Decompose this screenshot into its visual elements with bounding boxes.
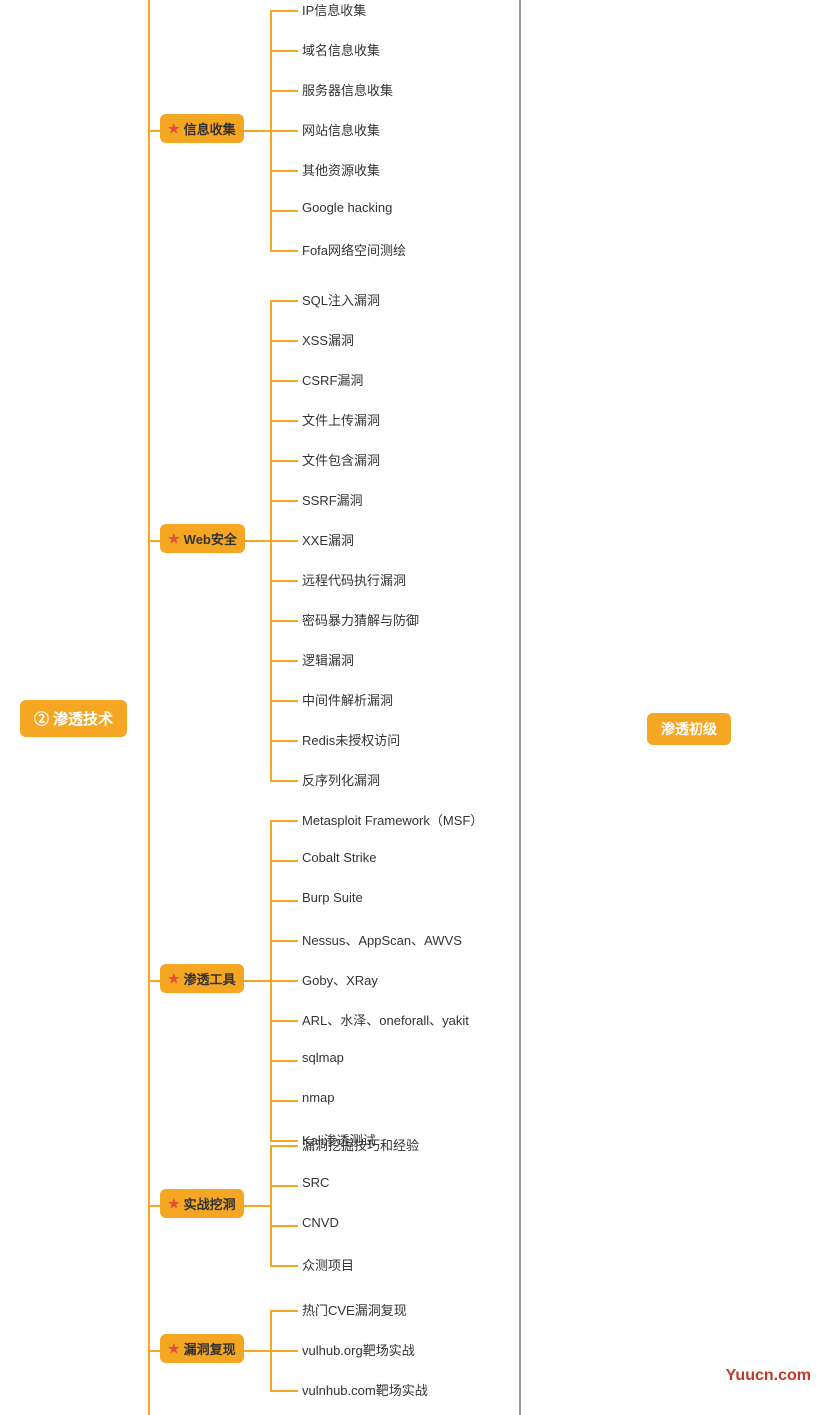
- item-text-web-security-2: CSRF漏洞: [302, 370, 363, 389]
- hline-to-items-vuln-reproduce: [260, 1350, 270, 1352]
- item-hline-vuln-reproduce-2: [270, 1390, 298, 1392]
- item-hline-info-collect-0: [270, 10, 298, 12]
- item-hline-web-security-2: [270, 380, 298, 382]
- item-hline-info-collect-2: [270, 90, 298, 92]
- item-text-practice-mining-2: CNVD: [302, 1215, 339, 1230]
- item-hline-web-security-12: [270, 780, 298, 782]
- item-hline-web-security-6: [270, 540, 298, 542]
- item-hline-pentest-tools-3: [270, 940, 298, 942]
- item-text-web-security-7: 远程代码执行漏洞: [302, 570, 406, 589]
- item-hline-info-collect-5: [270, 210, 298, 212]
- item-text-vuln-reproduce-2: vulnhub.com靶场实战: [302, 1380, 428, 1399]
- item-text-info-collect-1: 域名信息收集: [302, 40, 380, 59]
- item-hline-vuln-reproduce-1: [270, 1350, 298, 1352]
- item-hline-pentest-tools-1: [270, 860, 298, 862]
- item-text-pentest-tools-2: Burp Suite: [302, 890, 363, 905]
- item-hline-pentest-tools-6: [270, 1060, 298, 1062]
- highlight-box: 渗透初级: [647, 713, 731, 745]
- item-text-info-collect-0: IP信息收集: [302, 0, 366, 19]
- item-hline-pentest-tools-5: [270, 1020, 298, 1022]
- item-hline-web-security-1: [270, 340, 298, 342]
- item-hline-pentest-tools-4: [270, 980, 298, 982]
- item-text-web-security-11: Redis未授权访问: [302, 730, 400, 749]
- star-icon-vuln-reproduce: ★: [168, 1341, 180, 1357]
- item-hline-vuln-reproduce-0: [270, 1310, 298, 1312]
- group-vline-practice-mining: [270, 1145, 272, 1266]
- item-text-web-security-9: 逻辑漏洞: [302, 650, 354, 669]
- item-hline-web-security-5: [270, 500, 298, 502]
- item-text-web-security-12: 反序列化漏洞: [302, 770, 380, 789]
- item-hline-pentest-tools-8: [270, 1140, 298, 1142]
- item-hline-web-security-4: [270, 460, 298, 462]
- item-hline-pentest-tools-2: [270, 900, 298, 902]
- branch-label-vuln-reproduce: ★漏洞复现: [160, 1334, 244, 1363]
- item-hline-pentest-tools-0: [270, 820, 298, 822]
- branch-label-practice-mining: ★实战挖洞: [160, 1189, 244, 1218]
- item-text-web-security-8: 密码暴力猜解与防御: [302, 610, 419, 629]
- item-text-web-security-4: 文件包含漏洞: [302, 450, 380, 469]
- item-text-pentest-tools-4: Goby、XRay: [302, 970, 378, 989]
- item-hline-pentest-tools-7: [270, 1100, 298, 1102]
- item-text-info-collect-5: Google hacking: [302, 200, 392, 215]
- item-text-web-security-6: XXE漏洞: [302, 530, 354, 549]
- item-hline-info-collect-4: [270, 170, 298, 172]
- star-icon-info-collect: ★: [168, 121, 180, 137]
- item-text-practice-mining-0: 漏洞挖掘技巧和经验: [302, 1135, 419, 1154]
- hline-to-items-pentest-tools: [260, 980, 270, 982]
- branch-label-pentest-tools: ★渗透工具: [160, 964, 244, 993]
- item-text-web-security-3: 文件上传漏洞: [302, 410, 380, 429]
- branch-label-info-collect: ★信息收集: [160, 114, 244, 143]
- item-text-info-collect-2: 服务器信息收集: [302, 80, 393, 99]
- hline-to-items-info-collect: [260, 130, 270, 132]
- root-node: ② 渗透技术: [20, 700, 127, 737]
- item-text-pentest-tools-6: sqlmap: [302, 1050, 344, 1065]
- item-text-web-security-10: 中间件解析漏洞: [302, 690, 393, 709]
- item-text-pentest-tools-0: Metasploit Framework（MSF）: [302, 810, 483, 829]
- item-text-vuln-reproduce-1: vulhub.org靶场实战: [302, 1340, 415, 1359]
- right-separator-line: [519, 0, 521, 1415]
- item-hline-web-security-8: [270, 620, 298, 622]
- item-hline-web-security-0: [270, 300, 298, 302]
- item-text-web-security-0: SQL注入漏洞: [302, 290, 380, 309]
- item-hline-info-collect-6: [270, 250, 298, 252]
- item-hline-practice-mining-0: [270, 1145, 298, 1147]
- item-hline-web-security-11: [270, 740, 298, 742]
- item-text-info-collect-6: Fofa网络空间测绘: [302, 240, 406, 259]
- item-hline-practice-mining-3: [270, 1265, 298, 1267]
- item-text-web-security-1: XSS漏洞: [302, 330, 354, 349]
- item-hline-web-security-3: [270, 420, 298, 422]
- watermark: Yuucn.com: [726, 1367, 811, 1385]
- item-hline-practice-mining-1: [270, 1185, 298, 1187]
- item-hline-info-collect-1: [270, 50, 298, 52]
- item-text-info-collect-3: 网站信息收集: [302, 120, 380, 139]
- item-hline-info-collect-3: [270, 130, 298, 132]
- item-hline-web-security-9: [270, 660, 298, 662]
- hline-to-items-web-security: [260, 540, 270, 542]
- item-hline-practice-mining-2: [270, 1225, 298, 1227]
- item-hline-web-security-10: [270, 700, 298, 702]
- item-text-pentest-tools-3: Nessus、AppScan、AWVS: [302, 930, 462, 949]
- item-hline-web-security-7: [270, 580, 298, 582]
- item-text-web-security-5: SSRF漏洞: [302, 490, 363, 509]
- item-text-practice-mining-1: SRC: [302, 1175, 329, 1190]
- star-icon-pentest-tools: ★: [168, 971, 180, 987]
- main-vertical-line: [148, 0, 150, 1415]
- item-text-pentest-tools-1: Cobalt Strike: [302, 850, 376, 865]
- item-text-info-collect-4: 其他资源收集: [302, 160, 380, 179]
- hline-to-items-practice-mining: [260, 1205, 270, 1207]
- item-text-vuln-reproduce-0: 热门CVE漏洞复现: [302, 1300, 407, 1319]
- item-text-practice-mining-3: 众测项目: [302, 1255, 354, 1274]
- branch-label-web-security: ★Web安全: [160, 524, 245, 553]
- item-text-pentest-tools-7: nmap: [302, 1090, 335, 1105]
- star-icon-web-security: ★: [168, 531, 180, 547]
- star-icon-practice-mining: ★: [168, 1196, 180, 1212]
- item-text-pentest-tools-5: ARL、水泽、oneforall、yakit: [302, 1010, 469, 1029]
